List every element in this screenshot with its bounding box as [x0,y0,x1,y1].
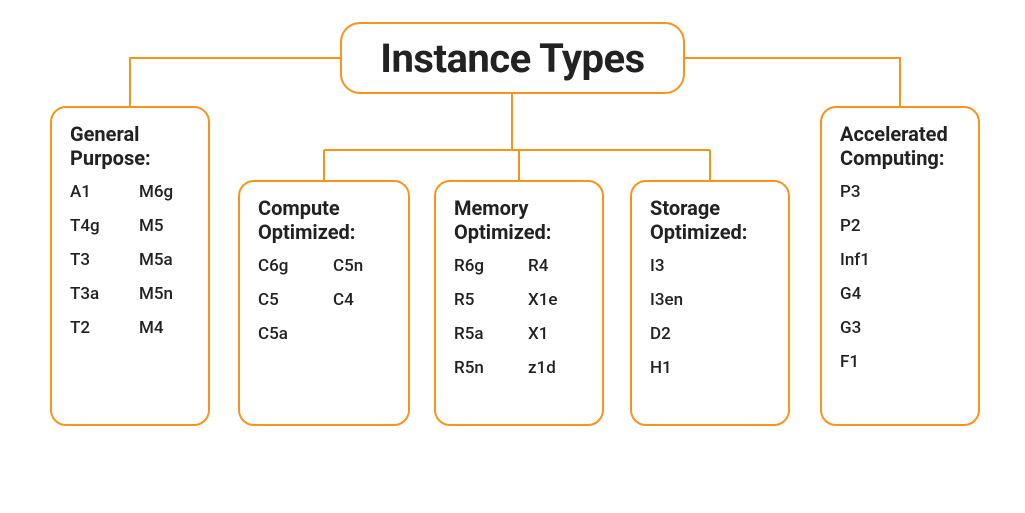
instance-type: G3 [840,318,960,338]
category-title: Storage Optimized: [650,196,770,244]
category-title: Accelerated Computing: [840,122,960,170]
instance-type: M5 [139,216,190,236]
instance-type: T3a [70,284,121,304]
instance-type: D2 [650,324,770,344]
instance-type: R4 [528,256,584,276]
instance-type: F1 [840,352,960,372]
instance-type: I3 [650,256,770,276]
instance-type: M5a [139,250,190,270]
category-accelerated-computing: Accelerated Computing: P3 P2 Inf1 G4 G3 … [820,106,980,426]
instance-type: z1d [528,358,584,378]
category-title: General Purpose: [70,122,190,170]
instance-type: M5n [139,284,190,304]
category-title: Compute Optimized: [258,196,390,244]
instance-type: R5n [454,358,510,378]
instance-type: X1 [528,324,584,344]
instance-type: C5a [258,324,315,344]
instance-type: H1 [650,358,770,378]
item-grid: I3 I3en D2 H1 [650,256,770,378]
instance-type: M6g [139,182,190,202]
item-grid: A1 M6g T4g M5 T3 M5a T3a M5n T2 M4 [70,182,190,338]
instance-type: P2 [840,216,960,236]
category-memory-optimized: Memory Optimized: R6g R4 R5 X1e R5a X1 R… [434,180,604,426]
instance-type: T3 [70,250,121,270]
category-storage-optimized: Storage Optimized: I3 I3en D2 H1 [630,180,790,426]
category-title: Memory Optimized: [454,196,584,244]
item-grid: C6g C5n C5 C4 C5a [258,256,390,344]
instance-type: R5a [454,324,510,344]
item-grid: P3 P2 Inf1 G4 G3 F1 [840,182,960,372]
instance-type: C4 [333,290,390,310]
root-node: Instance Types [340,22,685,94]
instance-type: T4g [70,216,121,236]
instance-type: M4 [139,318,190,338]
instance-type: X1e [528,290,584,310]
instance-type: C6g [258,256,315,276]
instance-type: R5 [454,290,510,310]
instance-type: G4 [840,284,960,304]
instance-type: C5n [333,256,390,276]
category-general-purpose: General Purpose: A1 M6g T4g M5 T3 M5a T3… [50,106,210,426]
instance-type: P3 [840,182,960,202]
instance-type: Inf1 [840,250,960,270]
instance-type: A1 [70,182,121,202]
category-compute-optimized: Compute Optimized: C6g C5n C5 C4 C5a [238,180,410,426]
root-title: Instance Types [380,35,644,82]
instance-type: R6g [454,256,510,276]
instance-type [333,324,390,344]
item-grid: R6g R4 R5 X1e R5a X1 R5n z1d [454,256,584,378]
instance-type: I3en [650,290,770,310]
instance-type: C5 [258,290,315,310]
instance-type: T2 [70,318,121,338]
